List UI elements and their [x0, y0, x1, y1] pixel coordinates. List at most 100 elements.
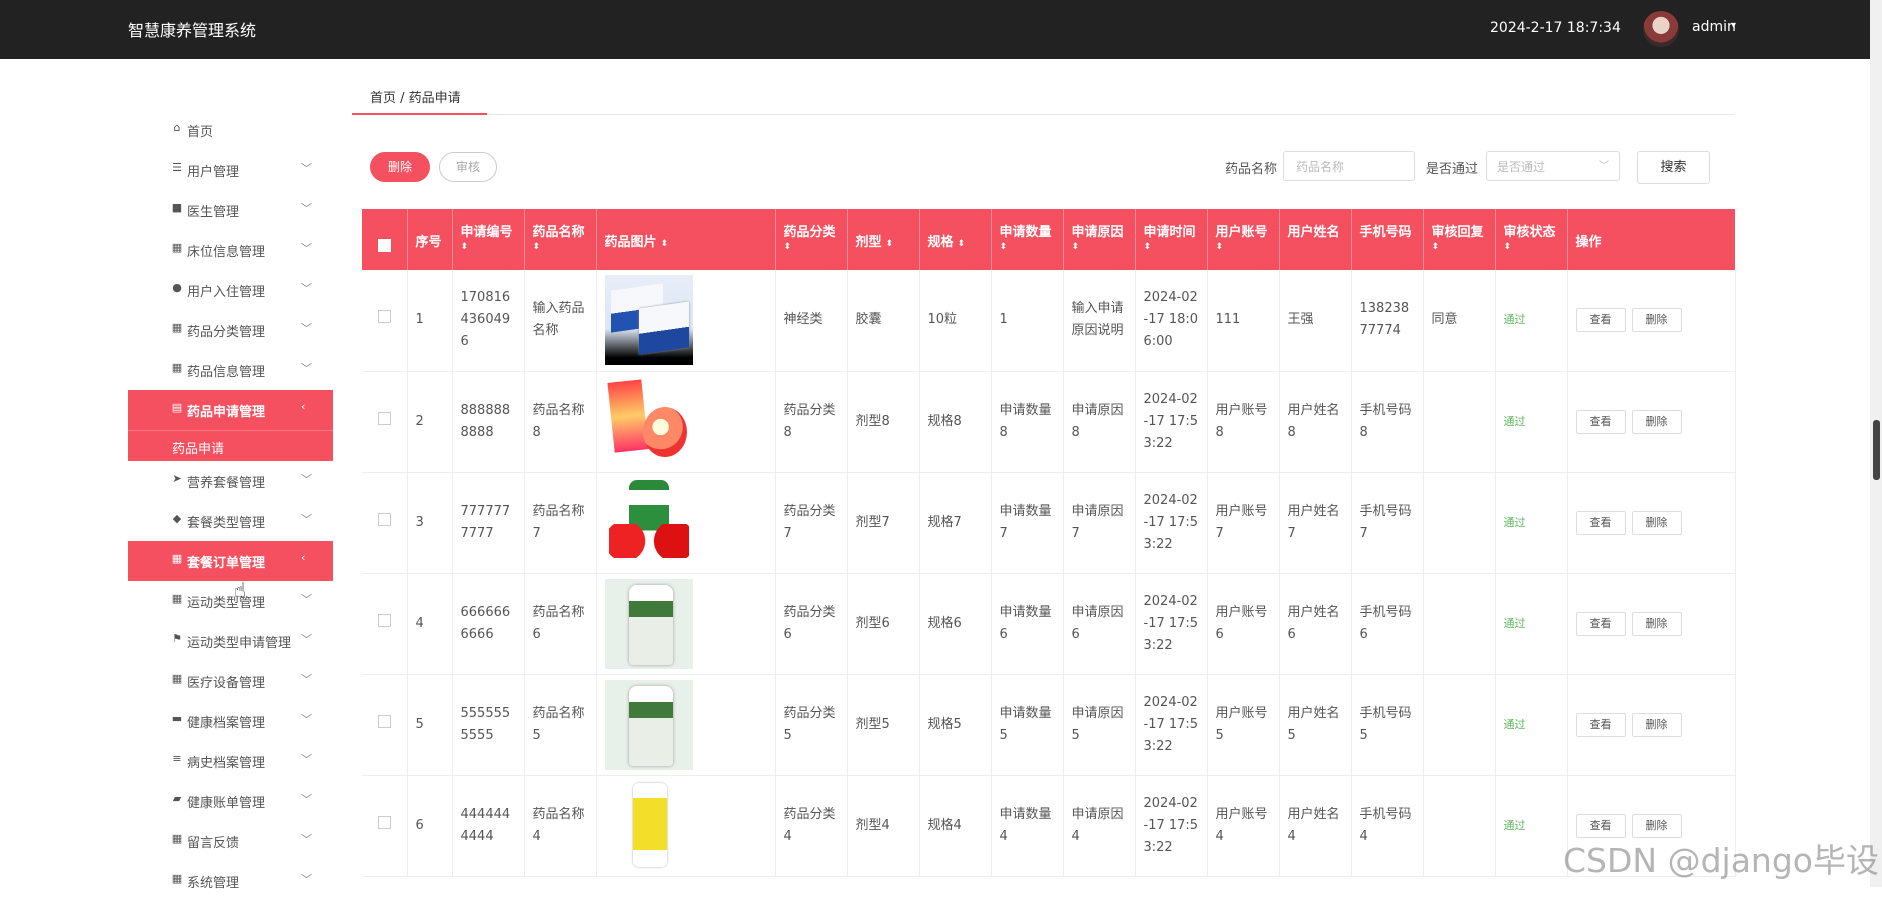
- view-button[interactable]: 查看: [1575, 611, 1626, 636]
- sidebar-item-16[interactable]: ▰ 健康账单管理 ﹀: [128, 781, 333, 821]
- sidebar-item-18[interactable]: ▦ 系统管理 ﹀: [128, 861, 333, 901]
- view-button[interactable]: 查看: [1575, 308, 1626, 333]
- table-row[interactable]: 1 1708164360496 输入药品名称 神经类 胶囊 10粒 1 输入申请原因说明 202…: [362, 270, 1736, 372]
- drug-image[interactable]: [604, 679, 693, 770]
- sort-icon[interactable]: ⬍: [958, 239, 966, 249]
- column-header[interactable]: 申请数量 ⬍: [991, 209, 1064, 270]
- sidebar-item-1[interactable]: ☰ 用户管理 ﹀: [128, 150, 333, 190]
- column-header[interactable]: 审核回复 ⬍: [1423, 209, 1496, 270]
- column-header[interactable]: 药品图片 ⬍: [596, 209, 776, 270]
- sort-icon[interactable]: ⬍: [1504, 242, 1559, 252]
- scrollbar-thumb[interactable]: [1873, 420, 1880, 480]
- user-menu-name[interactable]: admin: [1692, 19, 1736, 35]
- row-checkbox[interactable]: [377, 613, 391, 627]
- cell-qty: 申请数量6: [991, 573, 1064, 675]
- sort-icon[interactable]: ⬍: [1216, 242, 1271, 252]
- column-header[interactable]: 剂型 ⬍: [847, 209, 920, 270]
- cell-no: 6: [407, 775, 453, 877]
- sidebar-item-15[interactable]: ≡ 病史档案管理 ﹀: [128, 741, 333, 781]
- grid-icon: ▦: [171, 672, 183, 685]
- table-row[interactable]: 5 5555555555 药品名称5 药品分类5 剂型5 规格5 申请数量5 申请原因5 202…: [362, 674, 1736, 776]
- avatar[interactable]: [1643, 11, 1679, 47]
- sidebar-item-label: 药品分类管理: [187, 325, 266, 340]
- sidebar-item-17[interactable]: ▦ 留言反馈 ﹀: [128, 821, 333, 861]
- view-button[interactable]: 查看: [1575, 510, 1626, 535]
- sidebar-item-5[interactable]: ▦ 药品分类管理 ﹀: [128, 310, 333, 350]
- column-header[interactable]: 操作: [1567, 209, 1736, 270]
- sidebar-item-0[interactable]: ⌂ 首页: [128, 110, 333, 150]
- row-delete-button[interactable]: 删除: [1631, 712, 1682, 737]
- cell-qty: 1: [991, 270, 1064, 372]
- sidebar-item-4[interactable]: ● 用户入住管理 ﹀: [128, 270, 333, 310]
- row-checkbox[interactable]: [377, 512, 391, 526]
- column-header[interactable]: 药品分类 ⬍: [775, 209, 848, 270]
- cell-qty: 申请数量5: [991, 674, 1064, 776]
- table-row[interactable]: 3 7777777777 药品名称7 药品分类7 剂型7 规格7 申请数量7 申请原因7 202…: [362, 472, 1736, 574]
- sort-icon[interactable]: ⬍: [661, 239, 669, 249]
- sidebar-item-9[interactable]: ◆ 套餐类型管理 ﹀: [128, 501, 333, 541]
- column-header[interactable]: 申请原因 ⬍: [1063, 209, 1136, 270]
- column-header-label: 申请时间: [1143, 225, 1196, 240]
- column-header[interactable]: 药品名称 ⬍: [524, 209, 597, 270]
- column-header[interactable]: 规格 ⬍: [919, 209, 992, 270]
- sort-icon[interactable]: ⬍: [784, 242, 839, 252]
- view-button[interactable]: 查看: [1575, 409, 1626, 434]
- sidebar-item-13[interactable]: ▦ 医疗设备管理 ﹀: [128, 661, 333, 701]
- sort-icon[interactable]: ⬍: [1072, 242, 1127, 252]
- sidebar-item-14[interactable]: ▬ 健康档案管理 ﹀: [128, 701, 333, 741]
- column-header[interactable]: 用户账号 ⬍: [1207, 209, 1280, 270]
- row-checkbox[interactable]: [377, 714, 391, 728]
- row-delete-button[interactable]: 删除: [1631, 611, 1682, 636]
- row-delete-button[interactable]: 删除: [1631, 308, 1682, 333]
- sidebar-item-12[interactable]: ⚑ 运动类型申请管理 ﹀: [128, 621, 333, 661]
- drug-image[interactable]: [604, 275, 693, 366]
- column-header[interactable]: 用户姓名: [1279, 209, 1352, 270]
- drug-image[interactable]: [604, 578, 693, 669]
- sort-icon[interactable]: ⬍: [886, 239, 894, 249]
- batch-delete-button[interactable]: 删除: [370, 152, 430, 182]
- sort-icon[interactable]: ⬍: [1000, 242, 1055, 252]
- column-header[interactable]: 手机号码: [1351, 209, 1424, 270]
- table-row[interactable]: 4 6666666666 药品名称6 药品分类6 剂型6 规格6 申请数量6 申请原因6 202…: [362, 573, 1736, 675]
- view-button[interactable]: 查看: [1575, 712, 1626, 737]
- audit-button[interactable]: 审核: [439, 152, 497, 182]
- row-delete-button[interactable]: 删除: [1631, 409, 1682, 434]
- row-checkbox[interactable]: [377, 815, 391, 829]
- search-button[interactable]: 搜索: [1637, 151, 1710, 184]
- column-header[interactable]: 序号: [407, 209, 453, 270]
- sidebar-item-11[interactable]: ▦ 运动类型管理 ﹀: [128, 581, 333, 621]
- drug-image[interactable]: [605, 478, 693, 568]
- sort-icon[interactable]: ⬍: [461, 242, 516, 252]
- table-row[interactable]: 2 8888888888 药品名称8 药品分类8 剂型8 规格8 申请数量8 申请原因8 202…: [362, 371, 1736, 473]
- table-row[interactable]: 6 4444444444 药品名称4 药品分类4 剂型4 规格4 申请数量4 申请原因4 202…: [362, 775, 1736, 877]
- row-checkbox[interactable]: [377, 411, 391, 425]
- sidebar-item-3[interactable]: ▦ 床位信息管理 ﹀: [128, 230, 333, 270]
- column-header[interactable]: 申请时间 ⬍: [1135, 209, 1208, 270]
- cell-name: 输入药品名称: [524, 270, 597, 372]
- sidebar-item-8[interactable]: ➤ 营养套餐管理 ﹀: [128, 461, 333, 501]
- table-header-row: 序号 申请编号 ⬍ 药品名称 ⬍ 药品图片 ⬍ 药品分类 ⬍ 剂型 ⬍ 规格 ⬍ 申请数量 ⬍ 申请原因 ⬍ 申请…: [362, 209, 1736, 270]
- sidebar-item-2[interactable]: ■ 医生管理 ﹀: [128, 190, 333, 230]
- select-all-checkbox[interactable]: [377, 239, 391, 252]
- sort-icon[interactable]: ⬍: [1144, 242, 1199, 252]
- drug-name-input[interactable]: 药品名称: [1283, 151, 1415, 181]
- pass-status-select[interactable]: 是否通过 ﹀: [1486, 151, 1620, 181]
- cell-reason: 申请原因8: [1063, 371, 1136, 473]
- column-header[interactable]: 审核状态 ⬍: [1495, 209, 1568, 270]
- column-header[interactable]: 申请编号 ⬍: [452, 209, 525, 270]
- breadcrumb[interactable]: 首页 / 药品申请: [370, 87, 461, 106]
- sidebar-item-7[interactable]: ▤ 药品申请管理 ‹: [128, 390, 333, 430]
- sidebar-item-6[interactable]: ▦ 药品信息管理 ﹀: [128, 350, 333, 390]
- sidebar-subitem-drug-application[interactable]: 药品申请: [128, 430, 333, 461]
- sidebar-item-10[interactable]: ▦ 套餐订单管理 ‹: [128, 541, 333, 581]
- sort-icon[interactable]: ⬍: [533, 242, 588, 252]
- sort-icon[interactable]: ⬍: [1432, 242, 1487, 252]
- drug-image[interactable]: [605, 377, 693, 467]
- row-delete-button[interactable]: 删除: [1631, 510, 1682, 535]
- cell-category: 药品分类6: [775, 573, 848, 675]
- cell-form: 剂型4: [847, 775, 920, 877]
- drug-image[interactable]: [605, 781, 693, 871]
- row-checkbox[interactable]: [377, 310, 391, 324]
- home-icon: ⌂: [173, 121, 181, 134]
- caret-down-icon[interactable]: ▾: [1731, 20, 1736, 31]
